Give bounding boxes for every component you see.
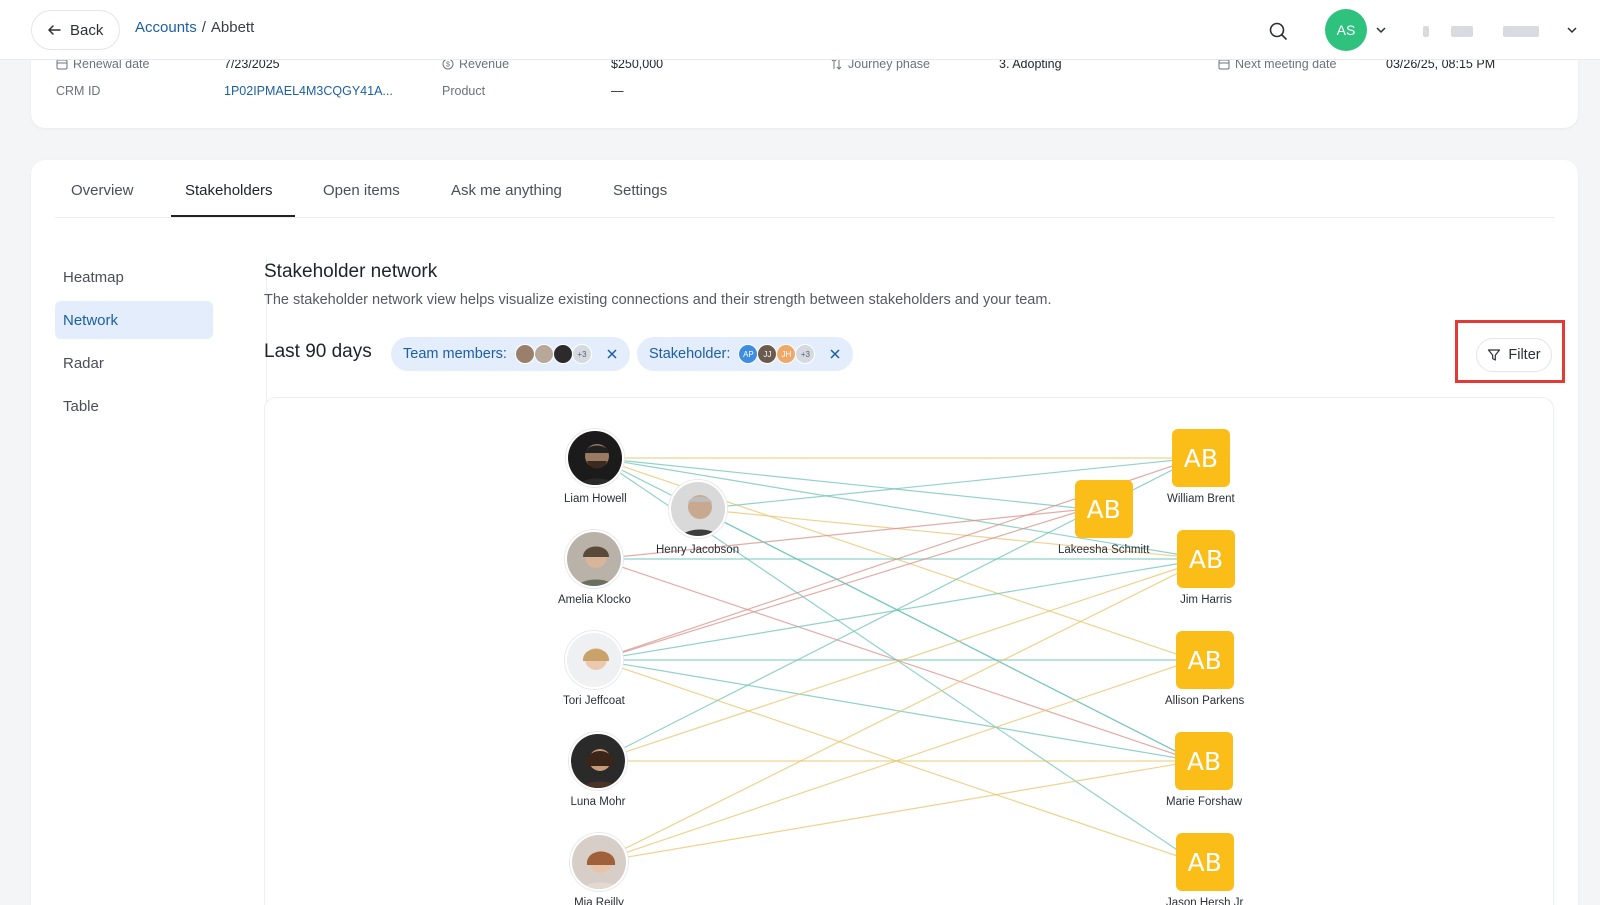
tab-ask-me-anything[interactable]: Ask me anything [451,182,562,199]
side-nav-table[interactable]: Table [55,387,213,425]
side-nav-network[interactable]: Network [55,301,213,339]
svg-text:$: $ [446,62,450,69]
close-icon[interactable] [606,348,618,360]
breadcrumb: Accounts / Abbett [135,19,254,36]
person-photo-icon [571,734,625,788]
chevron-down-icon[interactable] [1374,23,1388,37]
team-avatar [514,344,535,364]
tab-open-items[interactable]: Open items [323,182,400,199]
top-bar: Back Accounts / Abbett AS [0,0,1600,60]
close-icon[interactable] [829,348,841,360]
avatar [668,480,727,538]
stakeholder-initials-tile: AB [1175,732,1234,790]
person-photo-icon [670,482,725,536]
team-node-luna-mohr[interactable]: Luna Mohr [569,732,627,808]
stakeholder-avatar: JJ [757,344,778,364]
team-node-mia-reilly[interactable]: Mia Reilly [570,833,628,905]
back-button[interactable]: Back [31,10,121,50]
stakeholder-node-jason-hersh-jr[interactable]: AB Jason Hersh Jr [1166,833,1243,905]
team-node-amelia-klocko[interactable]: Amelia Klocko [558,530,631,606]
tab-overview[interactable]: Overview [71,182,134,199]
stakeholder-node-jim-harris[interactable]: AB Jim Harris [1177,530,1235,606]
side-nav-radar[interactable]: Radar [55,344,213,382]
stakeholder-node-william-brent[interactable]: AB William Brent [1167,429,1235,505]
avatar [570,833,628,891]
section-description: The stakeholder network view helps visua… [264,292,1052,308]
person-photo-icon [572,835,626,889]
avatar [565,530,624,588]
person-photo-icon [566,633,621,687]
blurred-text [1503,26,1539,37]
tab-settings[interactable]: Settings [613,182,667,199]
search-icon[interactable] [1268,21,1288,41]
tab-stakeholders[interactable]: Stakeholders [185,182,273,199]
team-avatar [533,344,554,364]
person-photo-icon [567,532,622,586]
stakeholder-avatar: JH [776,344,797,364]
crm-id-label: CRM ID [56,84,101,98]
product-label: Product [442,84,486,98]
stakeholder-initials-tile: AB [1175,631,1234,689]
network-panel [264,397,1554,905]
arrow-left-icon [47,25,61,35]
stakeholder-initials-tile: AB [1171,429,1230,487]
stakeholder-node-allison-parkens[interactable]: AB Allison Parkens [1165,631,1244,707]
team-node-henry-jacobson[interactable]: Henry Jacobson [656,480,739,556]
stakeholder-avatar: AP [738,344,759,364]
crm-id-value[interactable]: 1P02IPMAEL4M3CQGY41A... [224,84,393,98]
side-nav-heatmap[interactable]: Heatmap [55,258,213,296]
view-side-nav: Heatmap Network Radar Table [55,258,267,436]
blurred-text [1423,26,1429,37]
period-label: Last 90 days [264,341,372,362]
team-node-liam-howell[interactable]: Liam Howell [564,429,627,505]
stakeholder-initials-tile: AB [1177,530,1235,588]
team-avatar [552,344,573,364]
breadcrumb-separator: / [201,19,206,36]
product-value: — [611,84,624,98]
stakeholders-card: Overview Stakeholders Open items Ask me … [31,160,1578,905]
section-title: Stakeholder network [264,261,438,282]
person-photo-icon [568,431,623,485]
stakeholder-filter-chip[interactable]: Stakeholder: AP JJ JH +3 [637,337,854,371]
avatar [569,732,627,790]
stakeholder-chip-label: Stakeholder: [649,346,731,362]
stakeholder-initials-tile: AB [1074,480,1133,538]
avatar [566,429,625,487]
stakeholder-more-count: +3 [795,344,816,364]
funnel-icon [1488,349,1501,361]
blurred-text [1451,26,1473,37]
filter-button[interactable]: Filter [1476,338,1552,372]
back-label: Back [70,21,104,39]
stakeholder-node-lakeesha-schmitt[interactable]: AB Lakeesha Schmitt [1058,480,1149,556]
stakeholder-node-marie-forshaw[interactable]: AB Marie Forshaw [1166,732,1242,808]
active-tab-indicator [171,215,295,217]
filter-label: Filter [1508,347,1541,363]
breadcrumb-current: Abbett [210,19,255,36]
stakeholder-initials-tile: AB [1175,833,1234,891]
chevron-down-icon[interactable] [1565,23,1579,37]
breadcrumb-accounts[interactable]: Accounts [135,19,197,36]
tab-bar: Overview Stakeholders Open items Ask me … [55,160,1554,218]
avatar [564,631,623,689]
team-members-filter-chip[interactable]: Team members: +3 [391,337,630,371]
team-node-tori-jeffcoat[interactable]: Tori Jeffcoat [563,631,625,707]
team-more-count: +3 [571,344,592,364]
user-avatar[interactable]: AS [1325,9,1367,51]
team-members-chip-label: Team members: [403,346,507,362]
